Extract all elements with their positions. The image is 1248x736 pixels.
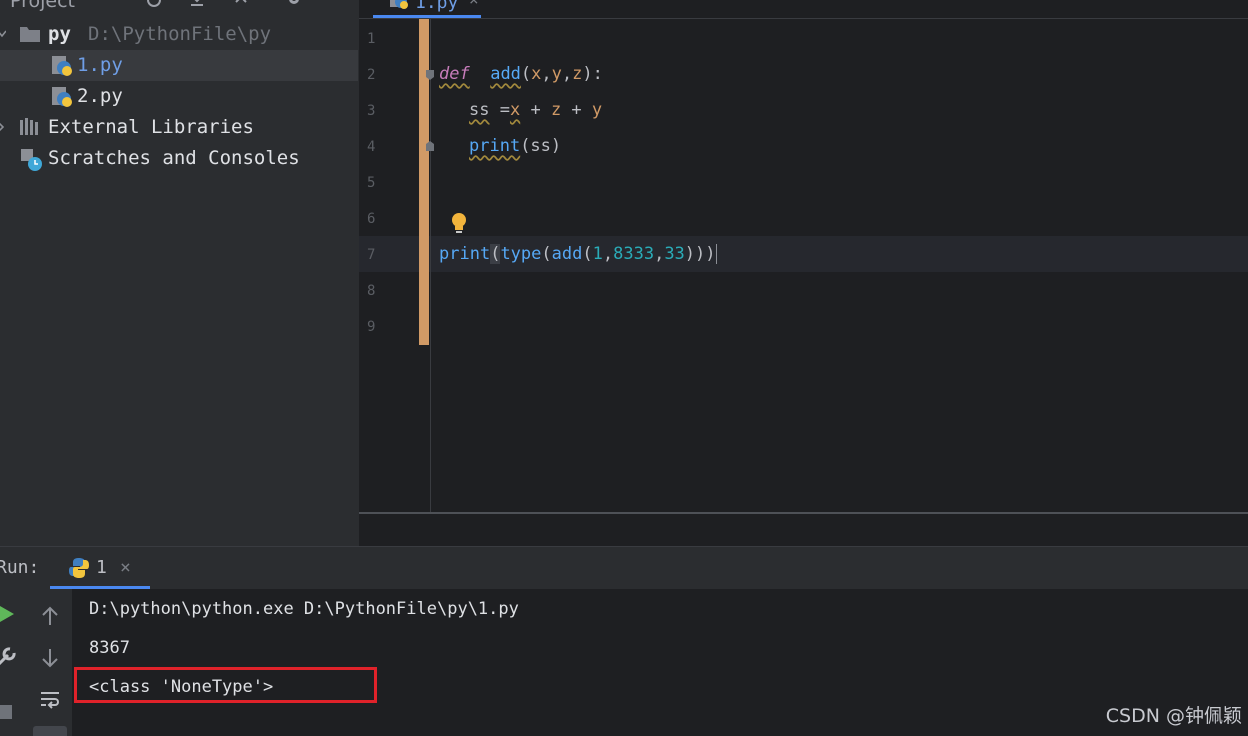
editor-tab-1py[interactable]: 1.py ×: [373, 0, 481, 18]
tree-scratches[interactable]: Scratches and Consoles: [0, 143, 358, 174]
python-file-icon: [390, 0, 408, 9]
chevron-right-icon[interactable]: [0, 122, 4, 132]
close-icon[interactable]: ×: [120, 557, 131, 578]
run-panel-header: Run: 1 ×: [0, 546, 1248, 589]
run-panel-title: Run:: [0, 557, 40, 578]
folder-icon: [20, 27, 40, 42]
console-command-line: D:\python\python.exe D:\PythonFile\py\1.…: [89, 599, 519, 619]
line-number: 9: [367, 319, 376, 335]
project-header: Project: [0, 0, 358, 18]
editor-scroll-area: [359, 514, 1248, 546]
watermark: CSDN @钟佩颖: [1105, 705, 1242, 727]
tree-external-libraries[interactable]: External Libraries: [0, 112, 358, 143]
python-file-icon: [52, 87, 72, 107]
line-number: 2: [367, 67, 376, 83]
locate-icon[interactable]: [145, 0, 163, 8]
arrow-down-icon[interactable]: [39, 647, 61, 669]
chevron-down-icon[interactable]: [0, 29, 6, 39]
tree-file-1py[interactable]: 1.py: [0, 50, 358, 81]
arrow-up-icon[interactable]: [39, 605, 61, 627]
line-number: 4: [367, 139, 376, 155]
code-line-3: ss =x + z + y: [469, 100, 603, 120]
code-line-7: print(type(add(1,8333,33))): [439, 244, 717, 264]
editor-tab-label: 1.py: [415, 0, 459, 13]
tree-file-2py[interactable]: 2.py: [0, 81, 358, 112]
code-line-4: print(ss): [469, 136, 562, 156]
tree-item-label: External Libraries: [48, 116, 254, 138]
python-icon: [69, 558, 89, 578]
scratches-icon: [21, 149, 42, 171]
change-marker: [419, 19, 429, 345]
wrench-icon[interactable]: [0, 645, 18, 667]
line-number: 7: [367, 247, 376, 263]
line-number: 3: [367, 103, 376, 119]
soft-wrap-icon[interactable]: [39, 689, 61, 711]
stop-icon[interactable]: [0, 701, 18, 723]
project-title[interactable]: Project: [10, 0, 75, 12]
run-tab-label: 1: [96, 557, 107, 578]
lightbulb-icon[interactable]: [450, 212, 468, 236]
line-number: 6: [367, 211, 376, 227]
collapse-all-icon[interactable]: [232, 0, 250, 8]
run-toolbar: [0, 589, 72, 736]
run-console-output[interactable]: D:\python\python.exe D:\PythonFile\py\1.…: [72, 589, 1248, 736]
console-output-line: 8367: [89, 638, 130, 658]
code-editor[interactable]: 1.py × 1 2 3 4 5 6 7 8 9 def add(x,y,z):…: [359, 0, 1248, 512]
line-number: 8: [367, 283, 376, 299]
fold-icon[interactable]: [425, 69, 435, 81]
line-number: 5: [367, 175, 376, 191]
tree-file-label: 2.py: [77, 85, 123, 107]
tree-root-path: D:\PythonFile\py: [88, 23, 272, 45]
gear-icon[interactable]: [285, 0, 303, 8]
run-tab-1[interactable]: 1 ×: [50, 547, 150, 589]
libraries-icon: [20, 118, 38, 135]
toolbar-button-partial[interactable]: [33, 726, 67, 736]
python-file-icon: [52, 56, 72, 76]
gutter-divider: [430, 19, 431, 512]
tree-root-name: py: [48, 23, 71, 45]
code-line-2: def add(x,y,z):: [439, 64, 603, 84]
fold-end-icon[interactable]: [425, 140, 435, 152]
close-icon[interactable]: ×: [469, 0, 479, 9]
annotation-highlight-box: [74, 667, 377, 703]
tree-root-py[interactable]: py D:\PythonFile\py: [0, 19, 358, 50]
line-number: 1: [367, 31, 376, 47]
tree-file-label: 1.py: [77, 54, 123, 76]
rerun-icon[interactable]: [0, 603, 20, 625]
expand-all-icon[interactable]: [188, 0, 206, 8]
editor-divider: [359, 18, 1248, 19]
project-panel: Project py D:\PythonFile\py 1.py 2.py Ex…: [0, 0, 358, 546]
tree-item-label: Scratches and Consoles: [48, 147, 300, 169]
